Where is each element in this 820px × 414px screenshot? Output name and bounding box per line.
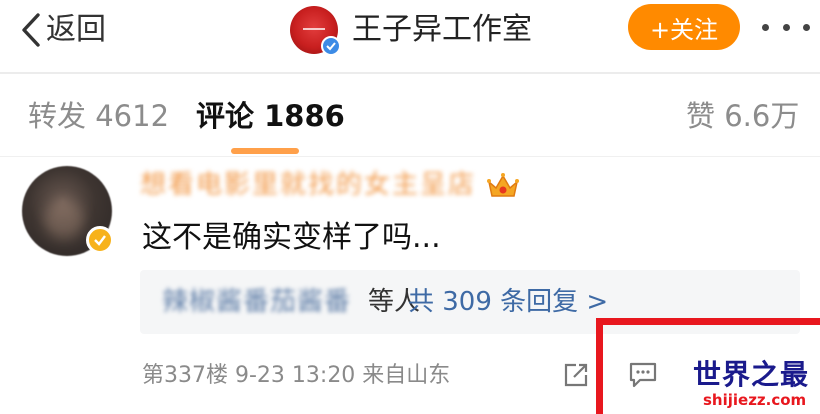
verified-check-icon	[321, 36, 341, 56]
comment-text: 这不是确实变样了吗...	[142, 220, 441, 255]
header-divider	[0, 72, 820, 74]
verified-check-icon	[86, 226, 114, 254]
watermark-subtitle: shijiezz.com	[703, 391, 807, 409]
tab-repost[interactable]: 转发 4612	[28, 98, 169, 134]
site-watermark: 世界之最 shijiezz.com	[693, 359, 818, 414]
tab-comment[interactable]: 评论 1886	[196, 98, 345, 134]
back-label: 返回	[46, 12, 106, 47]
profile-avatar[interactable]	[290, 6, 341, 56]
tab-active-indicator	[231, 148, 299, 154]
tabs-divider	[0, 156, 820, 157]
nav-header: 返回 王子异工作室 +关注	[0, 0, 820, 60]
commenter-username[interactable]: 想看电影里就找的女主呈店	[140, 170, 476, 200]
comment-meta: 第337楼 9-23 13:20 来自山东	[142, 363, 451, 388]
back-button[interactable]: 返回	[20, 8, 106, 52]
tab-like[interactable]: 赞 6.6万	[686, 98, 799, 134]
watermark-title: 世界之最	[693, 358, 810, 391]
chevron-left-icon	[22, 13, 40, 47]
profile-name[interactable]: 王子异工作室	[352, 15, 532, 45]
follow-button[interactable]: +关注	[628, 4, 740, 50]
share-icon[interactable]	[562, 361, 590, 389]
more-dots-icon[interactable]	[758, 10, 814, 44]
reply-names: 辣椒酱番茄酱番	[162, 287, 352, 317]
profile-header[interactable]: 王子异工作室	[290, 4, 532, 56]
reply-count-link[interactable]: 共 309 条回复 >	[408, 286, 608, 318]
crown-icon	[487, 173, 519, 197]
